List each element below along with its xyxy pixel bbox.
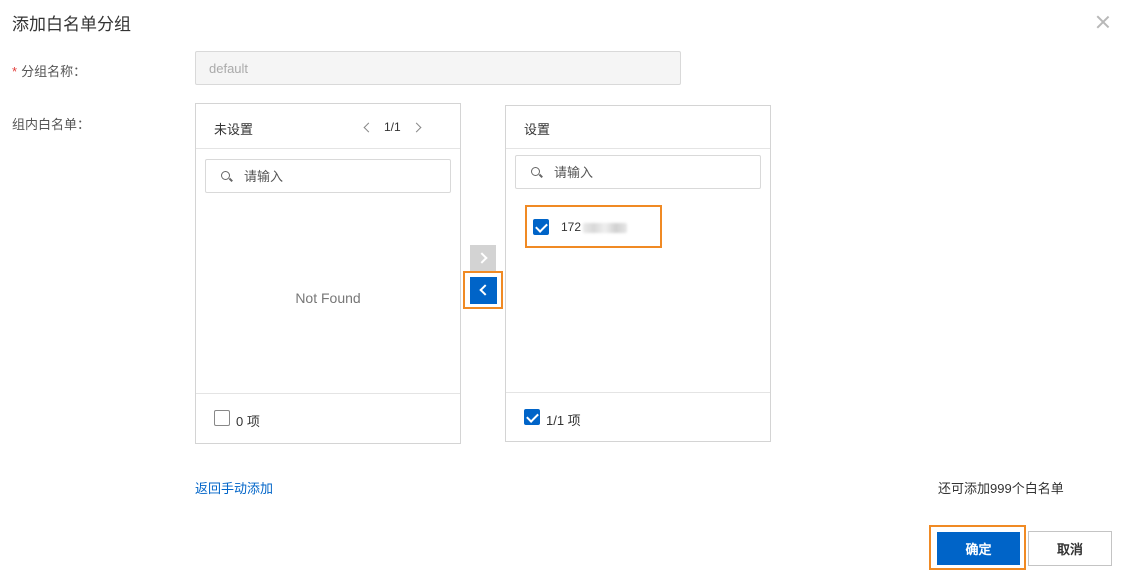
move-right-button[interactable] (470, 245, 496, 271)
unset-panel-footer: 0 项 (196, 393, 460, 443)
confirm-button[interactable]: 确定 (937, 532, 1020, 565)
list-item[interactable]: 172 (525, 205, 662, 248)
unset-count: 0 项 (236, 414, 260, 429)
dialog-title: 添加白名单分组 (12, 15, 131, 34)
search-icon (531, 167, 540, 176)
unset-search-input[interactable] (244, 166, 444, 186)
redacted-ip (583, 222, 628, 233)
close-icon[interactable] (1093, 12, 1113, 32)
remaining-count: 还可添加999个白名单 (938, 481, 1064, 496)
unset-panel-header: 未设置 1/1 (196, 104, 460, 149)
unset-select-all-checkbox[interactable] (214, 410, 230, 426)
ok-highlight: 确定 (929, 525, 1026, 570)
set-panel-header: 设置 (506, 106, 770, 149)
set-select-all-checkbox[interactable] (524, 409, 540, 425)
item-ip-text: 172 (561, 220, 582, 234)
set-search-input[interactable] (554, 162, 754, 182)
chevron-left-icon (479, 284, 491, 296)
move-left-button[interactable] (470, 277, 497, 304)
chevron-right-icon (476, 252, 488, 264)
item-ip: 172 (561, 220, 628, 234)
unset-panel: 未设置 1/1 Not Found 0 项 (195, 103, 461, 444)
set-panel-title: 设置 (524, 122, 551, 137)
back-to-manual-link[interactable]: 返回手动添加 (195, 478, 273, 497)
whitelist-label: 组内白名单： (12, 117, 91, 132)
group-name-input[interactable] (195, 51, 681, 85)
item-checkbox[interactable] (533, 219, 549, 235)
unset-search-box[interactable] (205, 159, 451, 193)
search-icon (221, 171, 230, 180)
chevron-right-icon[interactable] (407, 117, 429, 137)
page-indicator: 1/1 (384, 120, 401, 134)
group-name-label: * 分组名称： (12, 61, 86, 80)
empty-state: Not Found (295, 290, 361, 306)
unset-panel-title: 未设置 (214, 122, 254, 137)
chevron-left-icon[interactable] (356, 117, 378, 137)
set-count: 1/1 项 (546, 413, 581, 428)
set-panel: 设置 172 1/1 项 (505, 105, 771, 442)
pagination: 1/1 (356, 117, 429, 137)
required-mark: * (12, 64, 18, 79)
group-name-label-text: 分组名称： (21, 64, 87, 79)
move-left-highlight (463, 271, 503, 309)
set-panel-footer: 1/1 项 (506, 392, 770, 441)
set-search-box[interactable] (515, 155, 761, 189)
cancel-button[interactable]: 取消 (1028, 531, 1112, 566)
